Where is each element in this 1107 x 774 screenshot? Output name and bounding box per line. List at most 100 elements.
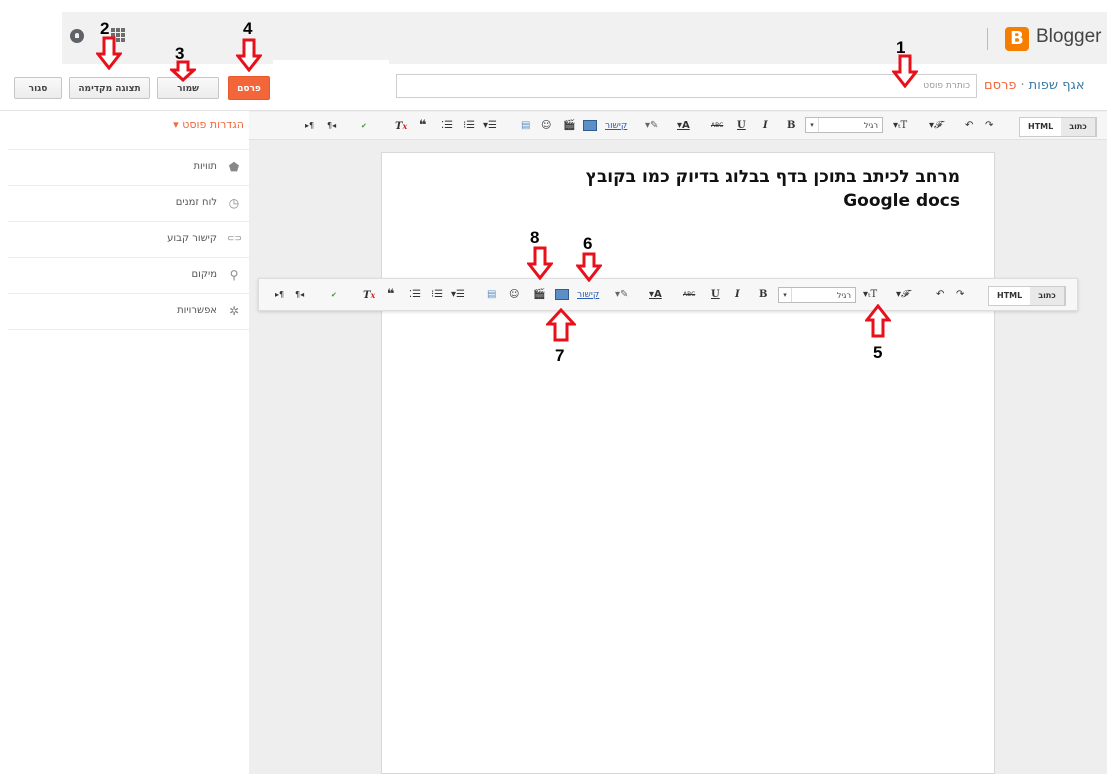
paragraph-format-select[interactable]: ▾ רגיל [778, 287, 856, 303]
font-size-icon[interactable]: ▾ₜT [893, 112, 907, 140]
bold-button[interactable]: B [759, 281, 767, 309]
numbered-list-icon[interactable]: ⁝☰ [463, 112, 475, 140]
emoji-icon[interactable]: ☺ [509, 281, 519, 309]
sidebar-item-label: קישור קבוע [167, 233, 217, 244]
notifications-icon[interactable] [70, 29, 84, 43]
clear-formatting-icon[interactable]: Tx [363, 281, 375, 309]
content-line: מרחב לכיתב בתוכן בדף בבלוג בדיוק כמו בקו… [585, 167, 960, 187]
bulleted-list-icon[interactable]: ⁚☰ [441, 112, 453, 140]
annotation-arrow-up-5 [865, 304, 891, 338]
sidebar-item-label: מיקום [191, 269, 217, 280]
annotation-arrow-down-8 [527, 246, 553, 280]
rtl-direction-icon[interactable]: ¶◂ [327, 112, 336, 140]
preview-button[interactable]: תצוגה מקדימה [69, 77, 150, 99]
format-value: רגיל [863, 121, 878, 130]
text-color-icon[interactable]: ▾A [677, 112, 690, 140]
quote-icon[interactable]: ❝ [387, 281, 395, 309]
align-icon[interactable]: ▾☰ [451, 281, 465, 309]
sidebar-item-permalink[interactable]: קישור קבוע ⊂⊃ [8, 221, 249, 257]
blog-name-link[interactable]: אגף שפות [1029, 78, 1085, 93]
spellcheck-icon[interactable]: ✔ [361, 112, 367, 140]
align-icon[interactable]: ▾☰ [483, 112, 497, 140]
editor-toolbar: HTML כתוב ↷ ↶ ▾𝓕 ▾ₜT ▾ רגיל B I U ABC ▾A… [249, 112, 1107, 140]
clock-icon: ◷ [228, 196, 240, 210]
clear-formatting-icon[interactable]: Tx [395, 112, 407, 140]
post-body-page[interactable] [381, 152, 995, 774]
rtl-direction-icon[interactable]: ¶◂ [295, 281, 304, 309]
editor-toolbar-enlarged: HTML כתוב ↷ ↶ ▾𝓕 ▾ₜT ▾ רגיל B I U ABC ▾A… [258, 278, 1078, 311]
link-label: קישור [605, 121, 628, 131]
redo-icon[interactable]: ↷ [985, 112, 993, 140]
annotation-arrow-down-4 [236, 38, 262, 72]
highlight-color-icon[interactable]: ▾✎ [615, 281, 628, 309]
tab-compose[interactable]: כתוב [1030, 287, 1065, 305]
redo-icon[interactable]: ↷ [956, 281, 964, 309]
gear-icon: ✲ [228, 304, 240, 318]
sidebar-item-label: לוח זמנים [175, 197, 217, 208]
bold-button[interactable]: B [787, 112, 795, 140]
tab-html[interactable]: HTML [1020, 118, 1061, 136]
sidebar-item-labels[interactable]: תוויות ⬟ [8, 149, 249, 185]
link-button[interactable]: קישור [605, 112, 627, 140]
chevron-down-icon: ▾ [806, 118, 819, 132]
video-icon[interactable]: 🎬 [533, 281, 545, 309]
italic-button[interactable]: I [763, 112, 768, 140]
undo-icon[interactable]: ↶ [936, 281, 944, 309]
sidebar-item-location[interactable]: מיקום ⚲ [8, 257, 249, 293]
underline-button[interactable]: U [711, 281, 720, 309]
undo-icon[interactable]: ↶ [965, 112, 973, 140]
post-title-input[interactable]: כותרת פוסט [396, 74, 977, 98]
italic-button[interactable]: I [735, 281, 740, 309]
post-settings-heading[interactable]: ▾ הגדרות פוסט [0, 118, 244, 131]
quote-icon[interactable]: ❝ [419, 112, 427, 140]
annotation-arrow-down-2 [96, 36, 122, 70]
link-chain-icon: ⊂⊃ [227, 234, 243, 244]
post-body-content[interactable]: מרחב לכיתב בתוכן בדף בבלוג בדיוק כמו בקו… [390, 165, 960, 213]
link-button[interactable]: קישור [577, 281, 599, 309]
annotation-arrow-down-3 [170, 60, 196, 82]
emoji-icon[interactable]: ☺ [541, 112, 551, 140]
annotation-number-4: 4 [243, 19, 253, 38]
text-color-icon[interactable]: ▾A [649, 281, 662, 309]
mode-tabs: HTML כתוב [1019, 117, 1097, 137]
bulleted-list-icon[interactable]: ⁚☰ [409, 281, 421, 309]
highlight-color-icon[interactable]: ▾✎ [645, 112, 658, 140]
jump-break-icon[interactable]: ▤ [521, 112, 530, 140]
chevron-down-icon: ▾ [779, 288, 792, 302]
top-bar [62, 12, 1107, 64]
spellcheck-icon[interactable]: ✔ [331, 281, 337, 309]
underline-button[interactable]: U [737, 112, 746, 140]
blogger-logo-icon[interactable]: B [1005, 27, 1029, 51]
close-button[interactable]: סגור [14, 77, 62, 99]
strikethrough-button[interactable]: ABC [711, 112, 723, 140]
tab-compose[interactable]: כתוב [1061, 118, 1096, 136]
annotation-number-6: 6 [583, 234, 593, 253]
sidebar-item-label: אפשרויות [177, 305, 217, 316]
top-bar-tab-notch [273, 60, 389, 66]
video-icon[interactable]: 🎬 [563, 112, 575, 140]
image-icon[interactable] [555, 281, 569, 309]
link-label: קישור [577, 290, 600, 300]
app-name[interactable]: Blogger [1036, 26, 1102, 48]
font-family-icon[interactable]: ▾𝓕 [896, 281, 908, 309]
annotation-number-5: 5 [873, 343, 883, 362]
ltr-direction-icon[interactable]: ▸¶ [305, 112, 314, 140]
mode-tabs: HTML כתוב [988, 286, 1066, 306]
numbered-list-icon[interactable]: ⁝☰ [431, 281, 443, 309]
breadcrumb-separator: · [1020, 78, 1025, 93]
font-family-icon[interactable]: ▾𝓕 [929, 112, 941, 140]
breadcrumb-current: פרסם [984, 78, 1017, 93]
sidebar-item-options[interactable]: אפשרויות ✲ [8, 293, 249, 330]
annotation-arrow-up-7 [546, 308, 576, 342]
tab-html[interactable]: HTML [989, 287, 1030, 305]
strikethrough-button[interactable]: ABC [683, 281, 695, 309]
jump-break-icon[interactable]: ▤ [487, 281, 496, 309]
header-divider [987, 28, 988, 50]
annotation-arrow-down-6 [576, 252, 602, 282]
ltr-direction-icon[interactable]: ▸¶ [275, 281, 284, 309]
paragraph-format-select[interactable]: ▾ רגיל [805, 117, 883, 133]
sidebar-item-schedule[interactable]: לוח זמנים ◷ [8, 185, 249, 221]
publish-button[interactable]: פרסם [228, 76, 270, 100]
image-icon[interactable] [583, 112, 597, 140]
annotation-number-7: 7 [555, 346, 565, 365]
